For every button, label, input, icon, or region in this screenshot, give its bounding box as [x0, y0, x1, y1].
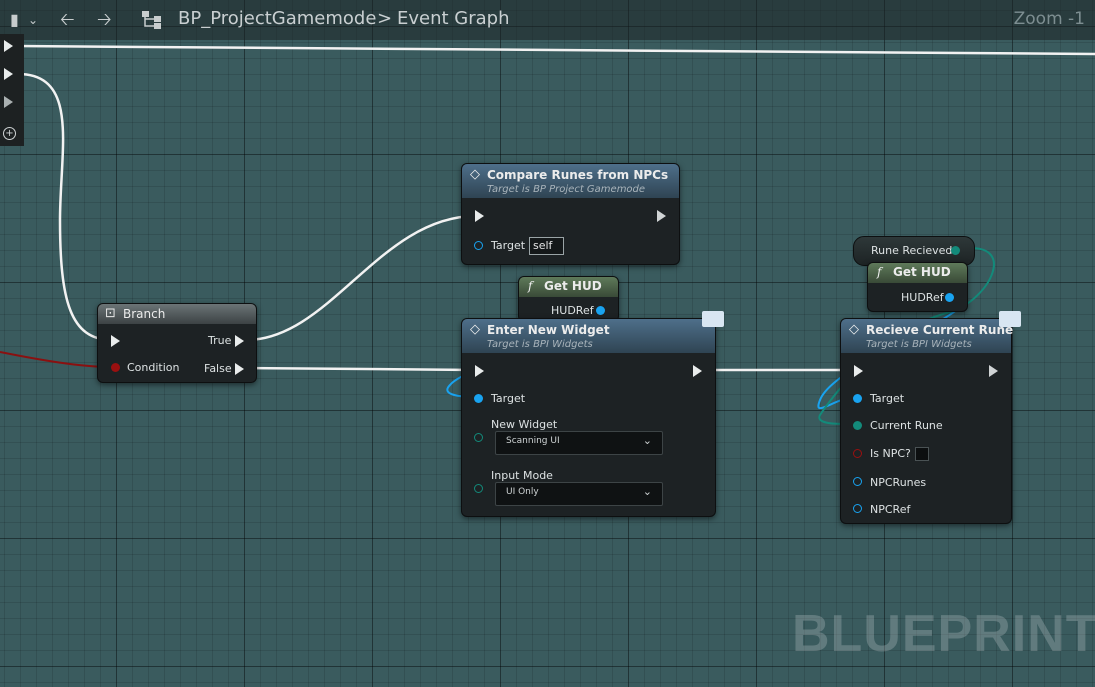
new-widget-pin[interactable] [474, 433, 483, 442]
is-npc-checkbox[interactable] [915, 447, 929, 461]
get-hud-2-title: Get HUD [893, 265, 951, 279]
message-envelope-icon [702, 311, 724, 327]
exec-out-pin-1[interactable] [4, 40, 13, 52]
forward-arrow-icon[interactable]: 🡢 [97, 0, 112, 40]
exec-wire-to-branch [17, 72, 113, 342]
compare-target-label: Target [491, 239, 526, 252]
input-mode-dropdown[interactable]: UI Only ⌄ [495, 482, 663, 506]
recieve-current-rune-subtitle: Target is BPI Widgets [866, 339, 972, 350]
compare-runes-node[interactable]: ◇ Compare Runes from NPCs Target is BP P… [461, 163, 680, 265]
message-envelope-icon [999, 311, 1021, 327]
compare-runes-title: Compare Runes from NPCs [487, 168, 669, 182]
input-mode-label: Input Mode [491, 469, 553, 482]
condition-pin[interactable] [111, 363, 120, 372]
recieve-current-rune-node[interactable]: ◇ Recieve Current Rune Target is BPI Wid… [840, 311, 1021, 524]
get-hud-1-output-pin[interactable] [596, 306, 605, 315]
branch-header: ⊡ Branch [98, 304, 256, 324]
npc-runes-pin[interactable] [853, 477, 862, 486]
chevron-down-icon[interactable]: ⌄ [28, 0, 38, 40]
enter-widget-exec-out-pin[interactable] [693, 365, 702, 377]
rune-recieved-label: Rune Recieved [871, 244, 953, 257]
get-hud-1-header: f Get HUD [519, 277, 618, 297]
exec-wire-true [245, 214, 477, 342]
exec-wire-top [15, 44, 1095, 56]
recieve-rune-target-pin[interactable] [853, 394, 862, 403]
new-widget-value: Scanning UI [506, 436, 560, 446]
input-mode-value: UI Only [506, 487, 539, 497]
recieve-current-rune-title: Recieve Current Rune [866, 323, 1014, 337]
get-hud-2-output-label: HUDRef [901, 291, 944, 304]
compare-runes-subtitle: Target is BP Project Gamemode [487, 184, 646, 195]
get-hud-1-title: Get HUD [544, 279, 602, 293]
rune-recieved-output-pin[interactable] [951, 246, 960, 255]
enter-widget-target-pin[interactable] [474, 394, 483, 403]
get-hud-2-output-pin[interactable] [945, 293, 954, 302]
self-value-box[interactable]: self [529, 237, 564, 255]
enter-new-widget-subtitle: Target is BPI Widgets [487, 339, 593, 350]
compare-runes-header: ◇ Compare Runes from NPCs Target is BP P… [462, 164, 679, 198]
condition-wire [0, 351, 113, 368]
breadcrumb-blueprint[interactable]: BP_ProjectGamemode [178, 8, 376, 29]
false-exec-out-pin[interactable] [235, 363, 244, 375]
add-pin-icon[interactable]: + [3, 127, 16, 140]
recieve-rune-exec-in-pin[interactable] [854, 365, 863, 377]
npc-runes-label: NPCRunes [870, 476, 927, 489]
back-arrow-icon[interactable]: 🡠 [60, 0, 75, 40]
zoom-level: Zoom -1 [1013, 9, 1085, 29]
get-hud-node-2[interactable]: f Get HUD HUDRef [867, 262, 968, 312]
npc-ref-label: NPCRef [870, 503, 911, 516]
recieve-rune-target-label: Target [870, 392, 905, 405]
new-widget-label: New Widget [491, 418, 558, 431]
compare-exec-in-pin[interactable] [475, 210, 484, 222]
condition-label: Condition [127, 361, 180, 374]
compare-target-pin[interactable] [474, 241, 483, 250]
is-npc-label: Is NPC? [870, 447, 911, 460]
breadcrumb-separator: > [377, 8, 393, 29]
get-hud-1-output-label: HUDRef [551, 304, 594, 317]
current-rune-pin[interactable] [853, 421, 862, 430]
enter-widget-exec-in-pin[interactable] [475, 365, 484, 377]
branch-node[interactable]: ⊡ Branch Condition True False [97, 303, 257, 383]
input-mode-pin[interactable] [474, 484, 483, 493]
chevron-down-icon: ⌄ [642, 434, 652, 447]
enter-new-widget-title: Enter New Widget [487, 323, 610, 337]
enter-widget-target-label: Target [491, 392, 526, 405]
recieve-rune-exec-out-pin[interactable] [989, 365, 998, 377]
enter-new-widget-node[interactable]: ◇ Enter New Widget Target is BPI Widgets… [461, 311, 724, 517]
function-f-icon: f [877, 265, 882, 279]
branch-exec-in-pin[interactable] [111, 335, 120, 347]
true-label: True [208, 334, 232, 347]
enter-new-widget-header: ◇ Enter New Widget Target is BPI Widgets [462, 319, 715, 353]
exec-out-pin-3[interactable] [4, 96, 13, 108]
breadcrumb-graph[interactable]: Event Graph [397, 8, 510, 29]
graph-toolbar: ▮ ⌄ 🡠 🡢 BP_ProjectGamemode > Event Graph… [0, 0, 1095, 40]
get-hud-2-header: f Get HUD [868, 263, 967, 283]
chevron-down-icon: ⌄ [642, 485, 652, 498]
blueprint-watermark: BLUEPRINT [792, 605, 1095, 663]
current-rune-label: Current Rune [870, 419, 943, 432]
is-npc-pin[interactable] [853, 449, 862, 458]
branch-icon: ⊡ [105, 306, 116, 321]
recieve-current-rune-header: ◇ Recieve Current Rune Target is BPI Wid… [841, 319, 1014, 353]
self-value: self [533, 239, 553, 252]
function-diamond-icon: ◇ [849, 322, 859, 337]
function-f-icon: f [528, 279, 533, 293]
new-widget-dropdown[interactable]: Scanning UI ⌄ [495, 431, 663, 455]
function-diamond-icon: ◇ [470, 322, 480, 337]
false-label: False [204, 362, 232, 375]
event-pin-panel: + [0, 34, 24, 146]
compare-exec-out-pin[interactable] [657, 210, 666, 222]
branch-title: Branch [123, 307, 166, 321]
npc-ref-pin[interactable] [853, 504, 862, 513]
function-diamond-icon: ◇ [470, 167, 480, 182]
exec-wire-false [245, 366, 477, 372]
exec-out-pin-2[interactable] [4, 68, 13, 80]
true-exec-out-pin[interactable] [235, 335, 244, 347]
hierarchy-icon[interactable] [141, 10, 163, 30]
get-hud-node-1[interactable]: f Get HUD HUDRef [518, 276, 619, 322]
